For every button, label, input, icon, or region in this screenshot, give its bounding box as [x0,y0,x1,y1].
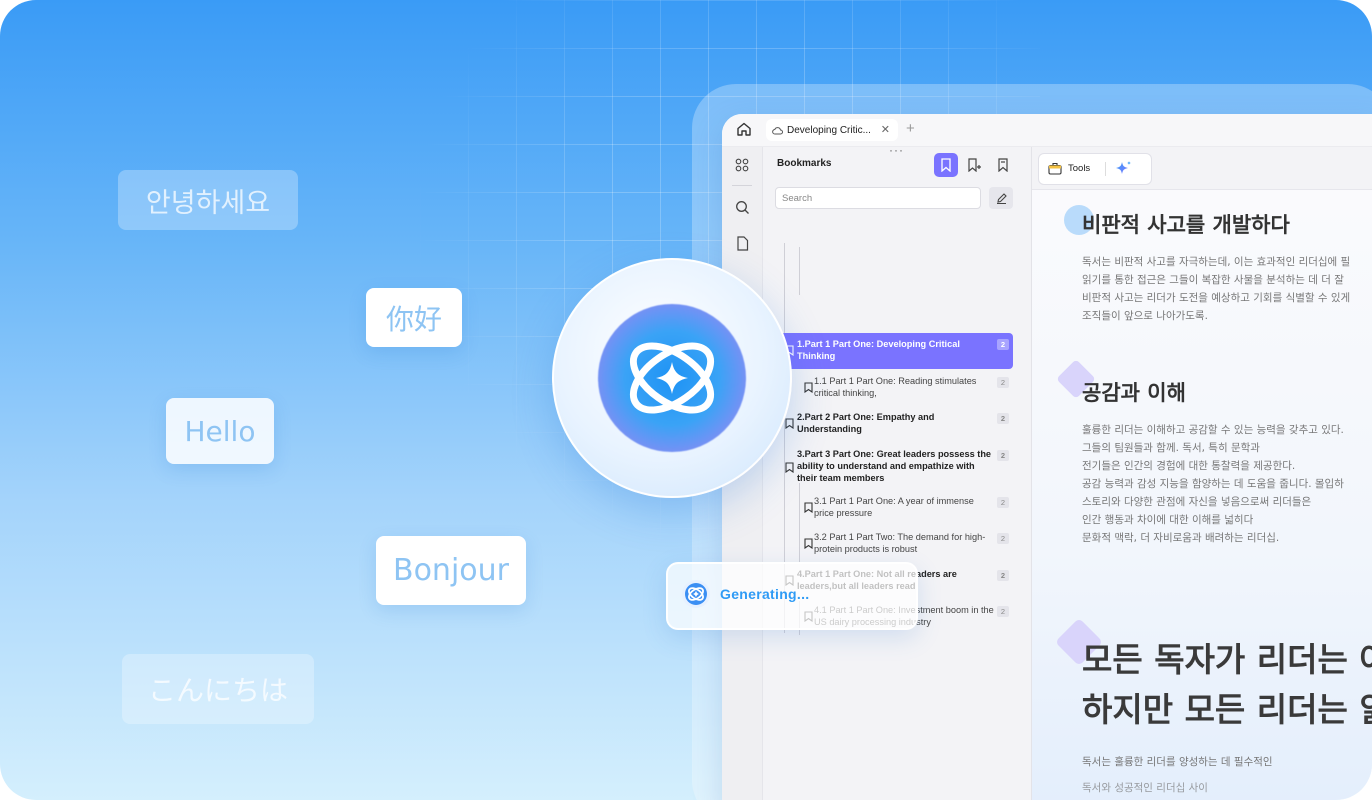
pen-icon [996,193,1007,204]
plus-icon[interactable]: + [906,120,915,137]
text-line: 독서와 성공적인 리더십 사이 [1082,782,1208,794]
tab-title: Developing Critic... [787,124,871,136]
search-icon[interactable] [732,197,752,217]
section-heading: 공감과 이해 [1082,381,1186,405]
text-line: 문화적 맥락, 더 자비로움과 배려하는 리더십. [1082,532,1280,544]
bookmark-count: 2 [997,339,1009,350]
text-line: 읽기를 통한 접근은 그들이 복잡한 사물을 분석하는 데 더 잘 [1082,274,1344,286]
paragraph: 독서는 비판적 사고를 자극하는데, 이는 효과적인 리더십에 필 읽기를 통한… [1082,253,1350,325]
bookmark-label: 3.1 Part 1 Part One: A year of immense p… [814,496,974,518]
promo-stage: 안녕하세요 你好 Hello Bonjour こんにちは Developing … [0,0,1372,800]
greeting-text: 안녕하세요 [145,187,271,219]
bookmark-label: 1.Part 1 Part One: Developing Critical T… [797,339,960,361]
bookmark-count: 2 [997,570,1009,581]
text-line: 조직들이 앞으로 나아가도록. [1082,310,1208,322]
text-line: 스토리와 다양한 관점에 자신을 넣음으로써 리더들은 [1082,496,1312,508]
home-icon[interactable] [736,121,752,142]
bookmark-icon [785,462,794,476]
bookmark-item[interactable]: 2.Part 2 Part One: Empathy and Understan… [775,411,1013,441]
bookmark-count: 2 [997,413,1009,424]
search-input[interactable]: Search [775,187,981,209]
greeting-text: こんにちは [147,674,288,707]
bookmark-count: 2 [997,533,1009,544]
bookmark-label: 1.1 Part 1 Part One: Reading stimulates … [814,376,977,398]
text-line: 독서는 비판적 사고를 자극하는데, 이는 효과적인 리더십에 필 [1082,256,1351,268]
bookmark-icon [785,418,794,432]
edit-button[interactable] [989,187,1013,209]
bookmark-count: 2 [997,497,1009,508]
paragraph: 훌륭한 리더는 이해하고 공감할 수 있는 능력을 갖추고 있다. 그들의 팀원… [1082,421,1344,547]
bookmark-filter-button[interactable] [991,153,1015,177]
greeting-chip-korean: 안녕하세요 [118,170,298,230]
bookmark-item[interactable]: 1.1 Part 1 Part One: Reading stimulates … [775,375,1013,405]
rail-divider [732,185,752,186]
tools-button[interactable]: Tools [1038,153,1152,185]
text-line: 훌륭한 리더는 이해하고 공감할 수 있는 능력을 갖추고 있다. [1082,424,1344,436]
greeting-chip-english: Hello [166,398,274,464]
paragraph: 독서는 훌륭한 리더를 양성하는 데 필수적인 독서와 성공적인 리더십 사이 [1082,749,1273,800]
ai-logo-icon [629,342,715,414]
greeting-chip-chinese: 你好 [366,288,462,347]
document-view: Tools 비판적 사고를 개발하다 독서는 비판적 사고를 자극하는데, 이는… [1032,147,1372,800]
greeting-text: Bonjour [393,553,509,588]
greeting-text: Hello [184,414,256,448]
bookmark-icon [941,158,951,172]
panel-title: Bookmarks [777,158,832,169]
text-line: 공감 능력과 감성 지능을 함양하는 데 도움을 줍니다. 몰입하 [1082,478,1344,490]
bookmark-icon [804,538,813,552]
ai-orb [552,258,792,498]
bookmark-count: 2 [997,377,1009,388]
generating-label: Generating... [720,586,810,602]
bookmark-filled-icon [998,158,1008,172]
ai-logo-icon [682,580,710,608]
bookmarks-panel: ··· Bookmarks Search 1.Part 1 Part One: … [763,143,1032,800]
generating-status: Generating... [666,562,918,630]
drag-handle-icon[interactable]: ··· [889,143,904,157]
greeting-chip-french: Bonjour [376,536,526,605]
bookmark-item[interactable]: 3.Part 3 Part One: Great leaders possess… [775,448,1013,488]
divider [1105,162,1106,176]
section-heading: 비판적 사고를 개발하다 [1082,213,1290,237]
section-heading-large: 모든 독자가 리더는 아 [1082,640,1372,679]
bookmark-item[interactable]: 1.Part 1 Part One: Developing Critical T… [775,333,1013,369]
text-line: 비판적 사고는 리더가 도전을 예상하고 기회를 식별할 수 있게 [1082,292,1351,304]
text-line: 그들의 팀원들과 함께. 독서, 특히 문학과 [1082,442,1260,454]
bookmark-count: 2 [997,450,1009,461]
cloud-icon [772,126,783,135]
tree-line [799,247,800,295]
bookmark-label: 2.Part 2 Part One: Empathy and Understan… [797,412,935,434]
bookmark-icon [804,382,813,396]
text-line: 전기들은 인간의 경험에 대한 통찰력을 제공한다. [1082,460,1296,472]
toolbox-icon [1048,162,1062,180]
page-icon[interactable] [732,233,752,253]
text-line: 독서는 훌륭한 리더를 양성하는 데 필수적인 [1082,756,1273,768]
greeting-text: 你好 [385,302,442,336]
bookmark-item[interactable]: 3.2 Part 1 Part Two: The demand for high… [775,531,1013,561]
bookmark-list-button[interactable] [934,153,958,177]
text-line: 인간 행동과 차이에 대한 이해를 넓히다 [1082,514,1254,526]
add-bookmark-icon [968,158,981,172]
tools-label: Tools [1068,163,1091,174]
section-heading-large: 하지만 모든 리더는 읽 [1082,690,1372,729]
greeting-chip-japanese: こんにちは [122,654,314,724]
bookmark-label: 3.2 Part 1 Part Two: The demand for high… [814,532,986,554]
add-bookmark-button[interactable] [962,153,986,177]
ai-sparkle-icon[interactable] [1113,160,1133,183]
tools-toolbar: Tools [1032,147,1372,190]
bookmark-icon [804,502,813,516]
bookmark-label: 3.Part 3 Part One: Great leaders possess… [797,449,992,483]
close-icon[interactable]: ✕ [881,123,890,136]
bookmark-item[interactable]: 3.1 Part 1 Part One: A year of immense p… [775,495,1013,525]
apps-grid-icon[interactable] [732,155,752,175]
bookmark-count: 2 [997,606,1009,617]
tab-document[interactable]: Developing Critic... ✕ [766,119,898,141]
tab-bar: Developing Critic... ✕ + [722,114,1372,147]
app-window: Developing Critic... ✕ + ··· Bookmarks S… [722,114,1372,800]
